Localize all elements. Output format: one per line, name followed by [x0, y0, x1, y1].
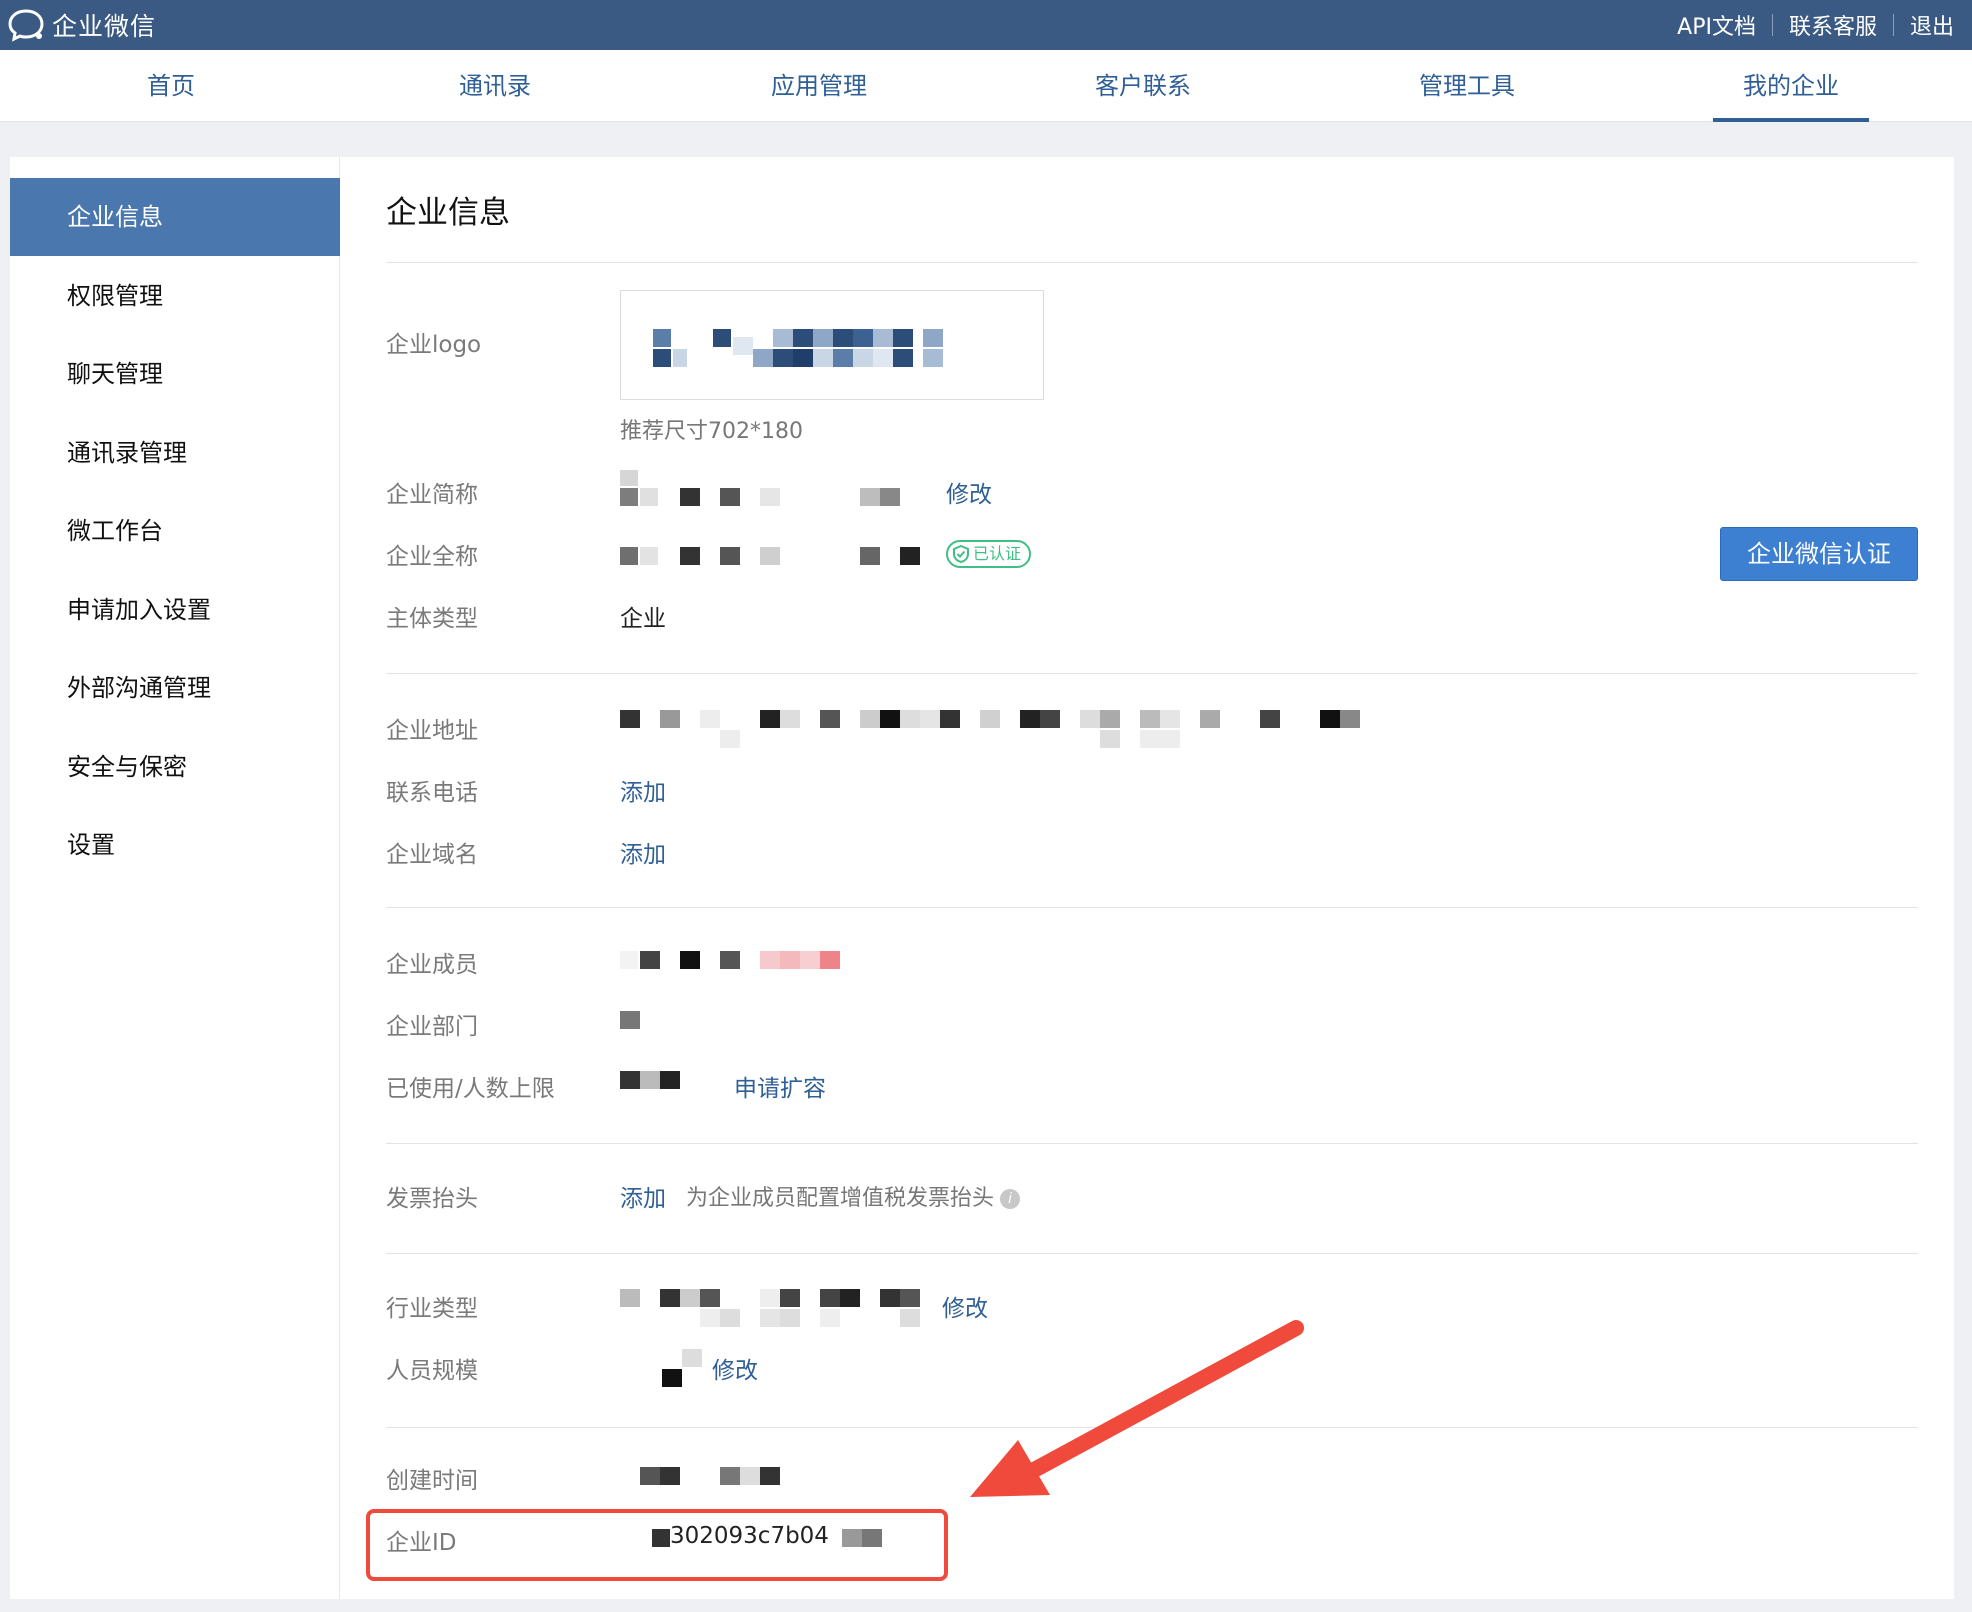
annotation-arrow-icon: [970, 1320, 1304, 1497]
